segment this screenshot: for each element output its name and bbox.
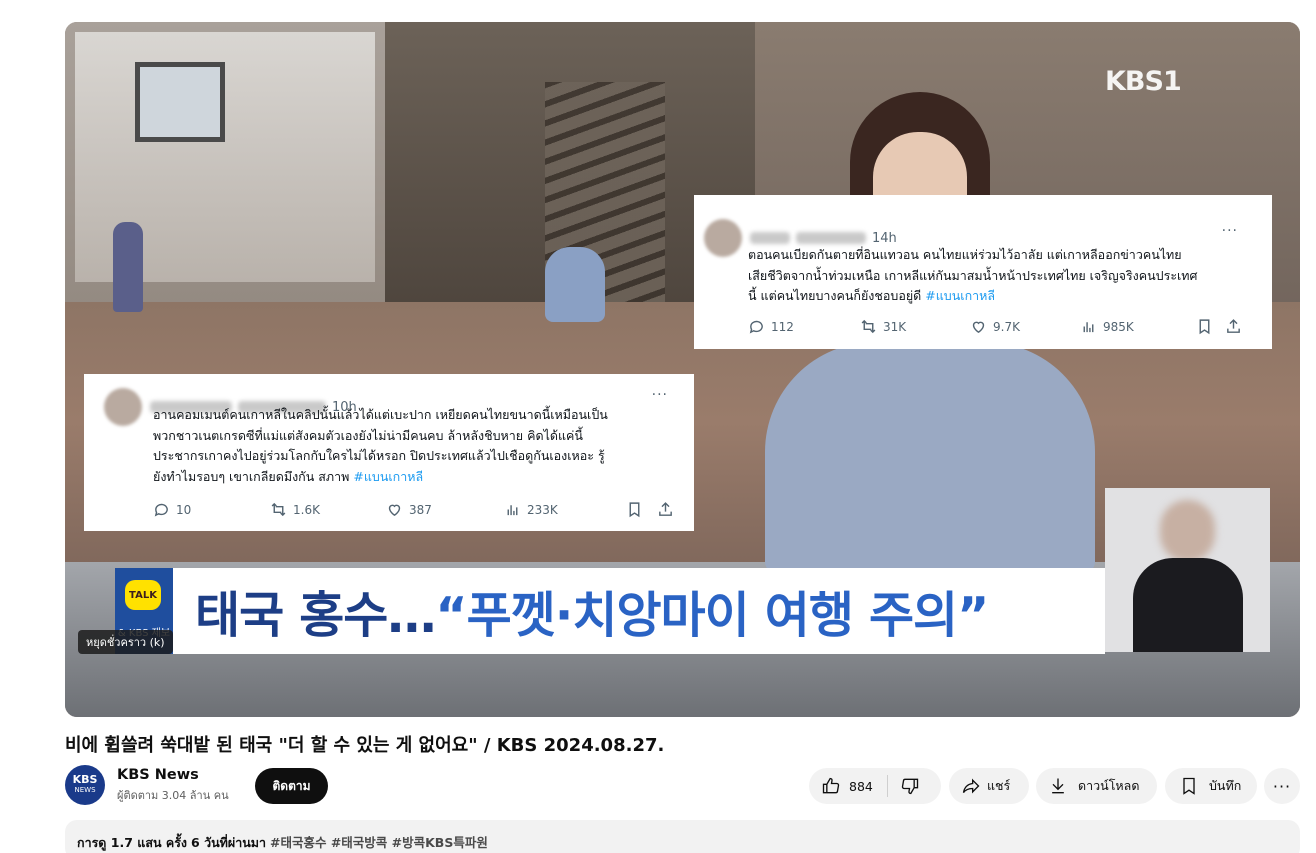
tweet-line: เสียชีวิตจากน้ำท่วมเหนือ เกาหลีแห่กันมาส…: [748, 267, 1198, 283]
channel-logo-top: KBS: [72, 773, 98, 786]
kakaotalk-badge: TALK: [125, 580, 161, 610]
share-arrow-icon: [962, 778, 980, 794]
like-count: 884: [849, 778, 873, 794]
upload-date: 6 วันที่ผ่านมา: [191, 835, 267, 850]
bookmark-icon: [1199, 319, 1210, 335]
tweet-like-count: 387: [409, 502, 432, 517]
reply-icon: [749, 320, 763, 334]
tweet-view-count: 985K: [1103, 319, 1134, 334]
heart-icon: [972, 321, 985, 334]
sign-language-interpreter: [1105, 488, 1270, 652]
tweet-time: 14h: [872, 230, 897, 246]
tweet-hashtag: #แบนเกาหลี: [353, 468, 424, 484]
tweet-author-handle-blurred: [796, 232, 866, 244]
view-count: การดู 1.7 แสน ครั้ง: [77, 835, 188, 850]
save-button[interactable]: บันทึก: [1165, 768, 1257, 804]
tweet-body: ตอนคนเบียดกันตายที่อินแทวอน คนไทยแห่ร่วม…: [748, 245, 1197, 307]
download-icon: [1052, 778, 1064, 794]
tweet-reply: 10: [153, 501, 270, 518]
repost-icon: [861, 319, 876, 334]
more-actions-button[interactable]: ···: [1264, 768, 1300, 804]
description-box[interactable]: การดู 1.7 แสน ครั้ง 6 วันที่ผ่านมา #태국홍수…: [65, 820, 1300, 853]
tweet-views: 233K: [504, 501, 626, 518]
headline-part-a: 태국 홍수…: [195, 587, 436, 644]
subscriber-count: ผู้ติดตาม 3.04 ล้าน คน: [117, 788, 229, 802]
tweet-actions: 112 31K 9.7K 985K: [748, 318, 1242, 335]
news-headline: 태국 홍수…“푸껫·치앙마이 여행 주의”: [195, 576, 989, 647]
tweet-repost-count: 1.6K: [293, 502, 320, 517]
tweet-reply: 112: [748, 318, 860, 335]
tweet-like-count: 9.7K: [993, 319, 1020, 334]
kbs1-logo: KBS1: [1105, 66, 1182, 97]
heart-icon: [388, 504, 401, 517]
tweet-line: พวกชาวเนตเกรดซีที่แม่แต่สังคมตัวเองยังไม…: [153, 427, 583, 443]
tweet-reply-count: 112: [771, 319, 794, 334]
tweet-line: ยังทำไมรอบๆ เขาเกลียดมึงกัน สภาพ #แบนเกา…: [153, 467, 608, 488]
tweet-like: 9.7K: [970, 318, 1080, 335]
tweet-like: 387: [386, 501, 504, 518]
house-window: [135, 62, 225, 142]
person-wading-center: [545, 247, 605, 322]
anchor-body: [765, 342, 1095, 572]
tweet-body: อานคอมเมนต์คนเกาหลีในคลิปนั้นแล้วได้แต่เ…: [153, 405, 608, 487]
more-dots-icon: ···: [1272, 776, 1292, 796]
tweet-overlay-bottom: 10h ··· อานคอมเมนต์คนเกาหลีในคลิปนั้นแล้…: [84, 374, 694, 531]
like-dislike-group: 884: [809, 768, 941, 804]
download-button[interactable]: ดาวน์โหลด: [1036, 768, 1157, 804]
tweet-actions: 10 1.6K 387 233K: [153, 501, 674, 518]
tweet-more-icon: ···: [1221, 223, 1238, 239]
tweet-reply-count: 10: [176, 502, 192, 517]
bookmark-save-icon: [1183, 777, 1195, 795]
tweet-repost-count: 31K: [883, 319, 907, 334]
thumbs-down-icon: [901, 778, 919, 795]
channel-meta: KBS News ผู้ติดตาม 3.04 ล้าน คน: [117, 767, 229, 804]
dislike-button[interactable]: [888, 768, 920, 804]
channel-name[interactable]: KBS News: [117, 767, 229, 783]
tweet-view-count: 233K: [527, 502, 558, 517]
like-button[interactable]: 884: [809, 768, 873, 804]
tweet-overlay-top: 14h ··· ตอนคนเบียดกันตายที่อินแทวอน คนไท…: [694, 195, 1272, 349]
bookmark-icon: [629, 502, 640, 518]
tweet-line: ประชากรเกาคงไปอยู่ร่วมโลกกับใครไม่ได้หรอ…: [153, 448, 605, 463]
tweet-avatar: [104, 388, 142, 426]
tweet-line: ตอนคนเบียดกันตายที่อินแทวอน คนไทยแห่ร่วม…: [748, 247, 1182, 262]
tweet-repost: 31K: [860, 318, 970, 335]
tweet-views: 985K: [1080, 318, 1196, 335]
interpreter-body: [1133, 558, 1243, 652]
tweet-author-name-blurred: [750, 232, 790, 244]
subscribe-button[interactable]: ติดตาม: [255, 768, 328, 804]
video-player[interactable]: KBS1 14h ··· ตอนคนเบียดกันตายที่อินแทวอน…: [65, 22, 1300, 717]
news-lower-third: TALK & KBS 제보 태국 홍수…“푸껫·치앙마이 여행 주의”: [115, 568, 1105, 654]
tweet-line: นี้ แต่คนไทยบางคนก็ยังชอบอยู่ดี #แบนเกาห…: [748, 286, 1197, 307]
tweet-line-text: ยังทำไมรอบๆ เขาเกลียดมึงกัน สภาพ: [153, 468, 350, 484]
share-up-icon: [659, 502, 672, 516]
download-label: ดาวน์โหลด: [1078, 778, 1140, 793]
channel-info: KBS NEWS KBS News ผู้ติดตาม 3.04 ล้าน คน: [65, 765, 229, 805]
hashtags[interactable]: #태국홍수 #태국방콕 #방콕KBS특파원: [270, 835, 488, 850]
tweet-line-text: นี้ แต่คนไทยบางคนก็ยังชอบอยู่ดี: [748, 288, 922, 303]
share-up-icon: [1227, 319, 1240, 333]
interpreter-face-blurred: [1160, 500, 1215, 562]
tweet-more-icon: ···: [651, 387, 668, 403]
views-icon: [507, 505, 518, 516]
headline-part-b: “푸껫·치앙마이 여행 주의”: [435, 587, 989, 644]
share-label: แชร์: [987, 778, 1011, 793]
views-icon: [1083, 322, 1094, 333]
tweet-line: อานคอมเมนต์คนเกาหลีในคลิปนั้นแล้วได้แต่เ…: [153, 407, 608, 422]
channel-avatar[interactable]: KBS NEWS: [65, 765, 105, 805]
save-label: บันทึก: [1209, 778, 1242, 793]
share-button[interactable]: แชร์: [949, 768, 1029, 804]
pause-tooltip: หยุดชั่วคราว (k): [78, 630, 173, 654]
video-title: 비에 휩쓸려 쑥대밭 된 태국 "더 할 수 있는 게 없어요" / KBS 2…: [65, 735, 665, 756]
tweet-hashtag: #แบนเกาหลี: [925, 288, 996, 303]
repost-icon: [271, 502, 286, 517]
tweet-repost: 1.6K: [270, 501, 386, 518]
reply-icon: [154, 503, 168, 517]
person-wading-left: [113, 222, 143, 312]
tweet-avatar: [704, 219, 742, 257]
thumbs-up-icon: [822, 777, 840, 794]
channel-logo-bottom: NEWS: [74, 786, 96, 794]
